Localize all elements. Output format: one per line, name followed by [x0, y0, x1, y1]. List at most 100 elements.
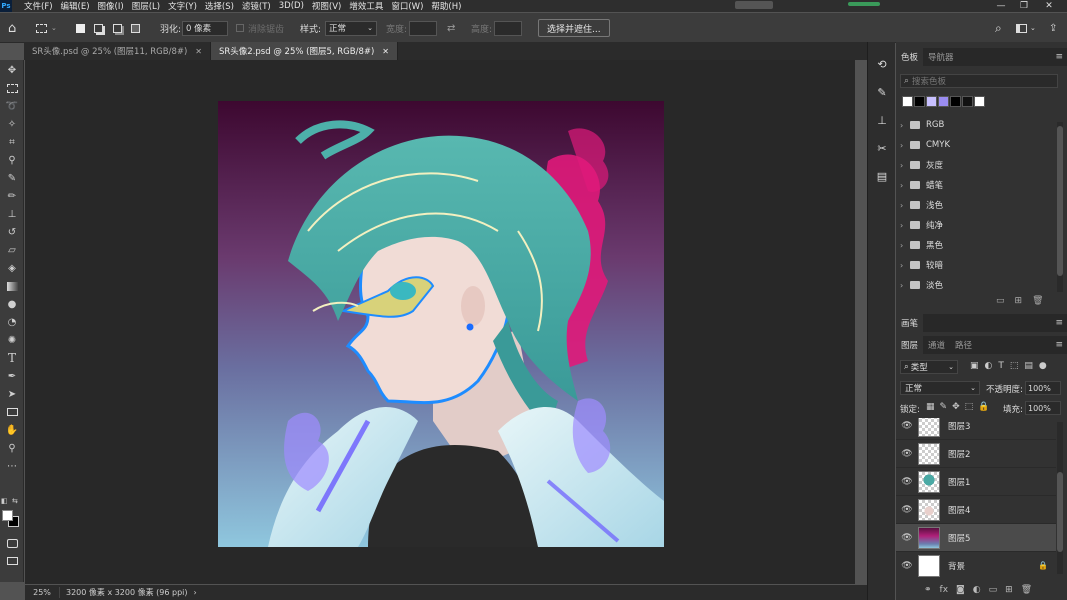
menu-view[interactable]: 视图(V): [308, 0, 345, 12]
minimize-icon[interactable]: —: [990, 0, 1012, 12]
swatch-color[interactable]: [974, 96, 985, 107]
layer-row[interactable]: 👁 图层1: [896, 468, 1056, 496]
antialias-checkbox[interactable]: 消除锯齿: [236, 13, 284, 43]
swatch-group-rgb[interactable]: › RGB: [900, 115, 1055, 135]
intersect-selection-icon[interactable]: [131, 13, 140, 43]
screen-mode-icon[interactable]: [3, 553, 21, 569]
visibility-eye-icon[interactable]: 👁: [896, 533, 918, 543]
visibility-eye-icon[interactable]: 👁: [896, 477, 918, 487]
swatch-color[interactable]: [926, 96, 937, 107]
swatch-group-light[interactable]: › 浅色: [900, 195, 1055, 215]
visibility-eye-icon[interactable]: 👁: [896, 449, 918, 459]
adjustment-filter-icon[interactable]: ◐: [985, 361, 993, 371]
new-swatch-icon[interactable]: ⊞: [1015, 296, 1023, 306]
foreground-color-swatch[interactable]: [2, 510, 13, 521]
lock-pixels-icon[interactable]: ✎: [940, 402, 948, 412]
subtract-selection-icon[interactable]: [113, 13, 122, 43]
gradient-tool-icon[interactable]: [3, 278, 21, 294]
swatch-group-cmyk[interactable]: › CMYK: [900, 135, 1055, 155]
swatch-color[interactable]: [902, 96, 913, 107]
layers-scrollbar[interactable]: [1057, 422, 1063, 574]
width-input[interactable]: [409, 20, 437, 36]
menu-layer[interactable]: 图层(L): [128, 0, 164, 12]
pen-tool-icon[interactable]: ✒: [3, 368, 21, 384]
menu-filter[interactable]: 滤镜(T): [238, 0, 275, 12]
more-tools-icon[interactable]: ⋯: [3, 458, 21, 474]
swatch-search-input[interactable]: ⌕ 搜索色板: [900, 74, 1058, 88]
select-and-mask-button[interactable]: 选择并遮住...: [538, 19, 610, 37]
adjustment-layer-icon[interactable]: ◐: [973, 585, 981, 595]
close-window-icon[interactable]: ✕: [1038, 0, 1060, 12]
new-selection-icon[interactable]: [76, 13, 85, 43]
zoom-tool-icon[interactable]: ⚲: [3, 440, 21, 456]
delete-layer-icon[interactable]: 🗑: [1021, 585, 1032, 595]
clone-stamp-tool-icon[interactable]: ⊥: [3, 206, 21, 222]
tab-document-2[interactable]: SR头像2.psd @ 25% (图层5, RGB/8#) ✕: [211, 42, 398, 60]
swatch-group-pale[interactable]: › 淡色: [900, 275, 1055, 295]
close-tab-icon[interactable]: ✕: [195, 47, 202, 56]
new-group-icon[interactable]: ▭: [989, 585, 998, 595]
swap-dimensions-icon[interactable]: ⇄: [447, 13, 455, 43]
tab-swatches[interactable]: 色板: [896, 48, 924, 66]
swatch-group-pastel[interactable]: › 蜡笔: [900, 175, 1055, 195]
link-layers-icon[interactable]: ⚭: [924, 585, 932, 595]
tab-document-1[interactable]: SR头像.psd @ 25% (图层11, RGB/8#) ✕: [24, 42, 211, 60]
search-icon[interactable]: ⌕: [995, 13, 1002, 43]
tab-channels[interactable]: 通道: [923, 336, 950, 354]
close-tab-icon[interactable]: ✕: [382, 47, 389, 56]
visibility-eye-icon[interactable]: 👁: [896, 505, 918, 515]
lasso-tool-icon[interactable]: ➰: [3, 98, 21, 114]
home-icon[interactable]: ⌂: [8, 13, 16, 43]
tab-brushes[interactable]: 画笔: [896, 314, 924, 332]
paint-bucket-tool-icon[interactable]: ◈: [3, 260, 21, 276]
history-icon[interactable]: ⟲: [872, 54, 892, 74]
zoom-level[interactable]: 25%: [25, 588, 59, 597]
rect-marquee-tool-icon[interactable]: [3, 80, 21, 96]
blend-mode-select[interactable]: 正常 ⌄: [900, 381, 980, 395]
menu-edit[interactable]: 编辑(E): [57, 0, 94, 12]
fill-input[interactable]: 100%: [1025, 401, 1061, 415]
layer-row[interactable]: 👁 图层3: [896, 418, 1056, 440]
layer-filter-select[interactable]: ⌕ 类型 ⌄: [900, 360, 958, 374]
menu-window[interactable]: 窗口(W): [387, 0, 427, 12]
menu-select[interactable]: 选择(S): [201, 0, 238, 12]
layer-row[interactable]: 👁 图层4: [896, 496, 1056, 524]
layer-row[interactable]: 👁 图层2: [896, 440, 1056, 468]
layer-row-background[interactable]: 👁 背景 🔒: [896, 552, 1056, 578]
type-tool-icon[interactable]: T: [3, 350, 21, 366]
restore-icon[interactable]: ❐: [1013, 0, 1035, 12]
lock-position-icon[interactable]: ✥: [952, 402, 960, 412]
share-icon[interactable]: ⇪: [1049, 13, 1057, 43]
magic-wand-tool-icon[interactable]: ✧: [3, 116, 21, 132]
swatch-group-dark[interactable]: › 较暗: [900, 255, 1055, 275]
swatch-color[interactable]: [938, 96, 949, 107]
path-selection-tool-icon[interactable]: ➤: [3, 386, 21, 402]
eraser-tool-icon[interactable]: ▱: [3, 242, 21, 258]
swatches-scrollbar[interactable]: [1057, 122, 1063, 292]
menu-help[interactable]: 帮助(H): [427, 0, 465, 12]
tab-navigator[interactable]: 导航器: [923, 48, 959, 66]
swatch-group-gray[interactable]: › 灰度: [900, 155, 1055, 175]
height-input[interactable]: [494, 20, 522, 36]
panel-menu-icon[interactable]: ≡: [1055, 340, 1063, 350]
menu-file[interactable]: 文件(F): [20, 0, 57, 12]
dodge-tool-icon[interactable]: ◔: [3, 314, 21, 330]
style-select[interactable]: 正常 ⌄: [325, 20, 377, 36]
visibility-eye-icon[interactable]: 👁: [896, 561, 918, 571]
clone-source-icon[interactable]: ⊥: [872, 110, 892, 130]
layer-style-icon[interactable]: fx: [940, 585, 949, 595]
marquee-preset-picker[interactable]: ⌄: [36, 13, 57, 43]
tools-presets-icon[interactable]: ✂: [872, 138, 892, 158]
swap-colors-icon[interactable]: ⇆: [12, 497, 18, 505]
filter-toggle-icon[interactable]: ●: [1039, 361, 1047, 371]
visibility-eye-icon[interactable]: 👁: [896, 421, 918, 431]
new-layer-icon[interactable]: ⊞: [1005, 585, 1013, 595]
panel-menu-icon[interactable]: ≡: [1055, 318, 1063, 328]
menu-plugins[interactable]: 增效工具: [345, 0, 387, 12]
workspace-icon[interactable]: ⌄: [1016, 13, 1036, 43]
menu-type[interactable]: 文字(Y): [164, 0, 201, 12]
crop-tool-icon[interactable]: ⌗: [3, 134, 21, 150]
swatch-group-pure[interactable]: › 纯净: [900, 215, 1055, 235]
menu-3d[interactable]: 3D(D): [275, 1, 308, 11]
menu-image[interactable]: 图像(I): [94, 0, 128, 12]
